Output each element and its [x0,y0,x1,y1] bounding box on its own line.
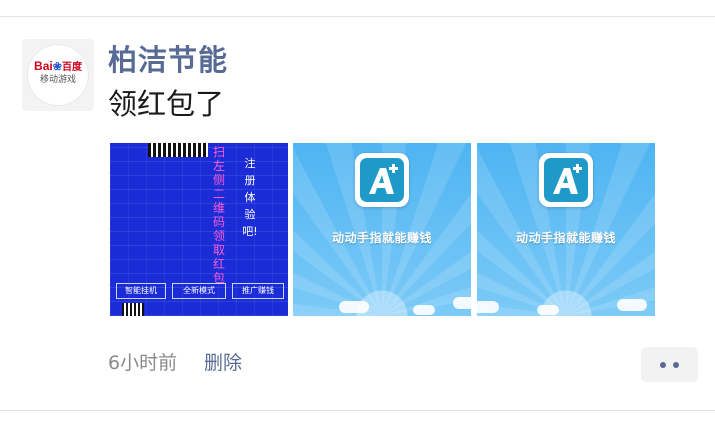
baidu-paw-icon: ❀ [52,61,62,73]
poster-text-right: 注册体验吧! [242,157,258,238]
image-thumbnail-1[interactable]: 扫左侧二维码领取红包 注册体验吧! 智能挂机 全新模式 推广赚钱 [110,143,288,316]
qr-code-bottom [122,303,144,316]
avatar-brand-cn: 百度 [61,62,82,73]
a-plus-app-icon [539,153,593,207]
avatar-brand: Bai❀百度 [22,59,94,75]
avatar[interactable]: Bai❀百度 移动游戏 [22,39,94,111]
poster-button-2: 全新模式 [172,283,226,299]
bottom-divider [0,410,715,411]
poster-text-left: 扫左侧二维码领取红包 [212,145,225,285]
cloud-decoration [339,301,369,313]
username[interactable]: 柏洁节能 [108,42,228,78]
more-dots-icon [673,362,679,368]
cloud-decoration [453,297,471,309]
image-thumbnail-3[interactable]: 动动手指就能赚钱 [477,143,655,316]
card-caption: 动动手指就能赚钱 [331,231,432,245]
avatar-subtitle: 移动游戏 [39,75,76,85]
image-thumbnail-2[interactable]: 动动手指就能赚钱 [293,143,471,316]
poster-buttons: 智能挂机 全新模式 推广赚钱 [116,283,284,299]
cloud-decoration [617,299,647,311]
more-dots-icon [660,362,666,368]
avatar-brand-en: Bai [34,59,53,73]
card-caption: 动动手指就能赚钱 [515,231,616,245]
poster-button-3: 推广赚钱 [232,283,284,299]
more-button[interactable] [641,347,698,382]
delete-link[interactable]: 删除 [204,350,242,376]
cloud-decoration [477,301,499,313]
cloud-decoration [413,305,435,315]
a-plus-app-icon [355,153,409,207]
post-text: 领红包了 [108,87,225,121]
qr-code-top [148,143,208,157]
cloud-decoration [537,305,559,315]
poster-button-1: 智能挂机 [116,283,166,299]
top-divider [0,16,715,17]
post-timestamp: 6小时前 [108,352,178,374]
